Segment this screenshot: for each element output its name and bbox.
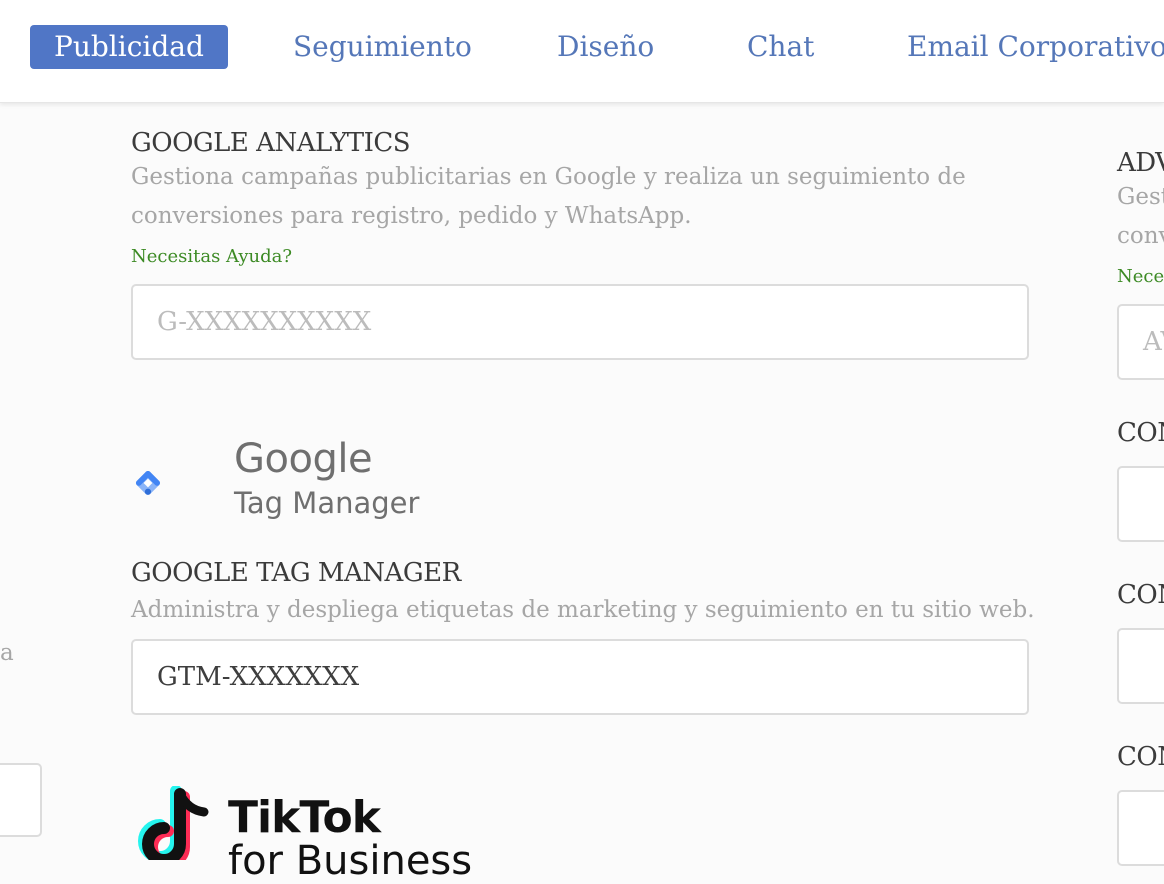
tab-email-corporativo[interactable]: Email Corporativo [907, 25, 1164, 69]
google-tag-manager-id-input[interactable] [131, 639, 1029, 715]
tiktok-logo-word2: for Business [228, 838, 473, 884]
right-column-con-label-1: CON [1117, 418, 1164, 448]
right-column-desc-line2-partial: conv [1117, 223, 1164, 249]
top-nav: Publicidad Seguimiento Diseño Chat Email… [0, 0, 1164, 103]
tiktok-logo-icon [138, 786, 209, 860]
google-analytics-description-line2: conversiones para registro, pedido y Wha… [131, 203, 692, 229]
google-tag-manager-title: GOOGLE TAG MANAGER [131, 558, 461, 588]
tab-diseno[interactable]: Diseño [557, 25, 654, 69]
right-column-con-input-1[interactable] [1117, 466, 1164, 542]
google-analytics-help-link[interactable]: Necesitas Ayuda? [131, 246, 292, 267]
right-column-desc-line1-partial: Gest [1117, 184, 1164, 210]
google-analytics-description-line1: Gestiona campañas publicitarias en Googl… [131, 164, 966, 190]
right-column-help-link-partial[interactable]: Neces [1117, 266, 1164, 287]
tab-chat[interactable]: Chat [747, 25, 814, 69]
google-tag-manager-logo-icon [135, 470, 160, 496]
tab-seguimiento[interactable]: Seguimiento [293, 25, 472, 69]
google-tag-manager-description: Administra y despliega etiquetas de mark… [131, 597, 1035, 623]
right-column-input-partial[interactable]: AV [1117, 304, 1164, 380]
right-column-con-input-2[interactable] [1117, 628, 1164, 704]
google-tag-manager-logo-word1: Google [234, 436, 373, 482]
google-analytics-title: GOOGLE ANALYTICS [131, 128, 411, 158]
left-column-partial-input[interactable] [0, 763, 42, 837]
google-tag-manager-logo-word2: Tag Manager [234, 486, 420, 520]
right-column-con-label-2: CON [1117, 580, 1164, 610]
google-analytics-id-input[interactable] [131, 284, 1029, 360]
tiktok-logo-word1: TikTok [228, 792, 381, 843]
right-column-title-partial: ADV [1117, 148, 1164, 178]
right-column-con-label-3: CON [1117, 742, 1164, 772]
right-column-con-input-3[interactable] [1117, 790, 1164, 866]
tab-publicidad[interactable]: Publicidad [30, 25, 228, 69]
left-column-partial-text: a [0, 640, 14, 666]
